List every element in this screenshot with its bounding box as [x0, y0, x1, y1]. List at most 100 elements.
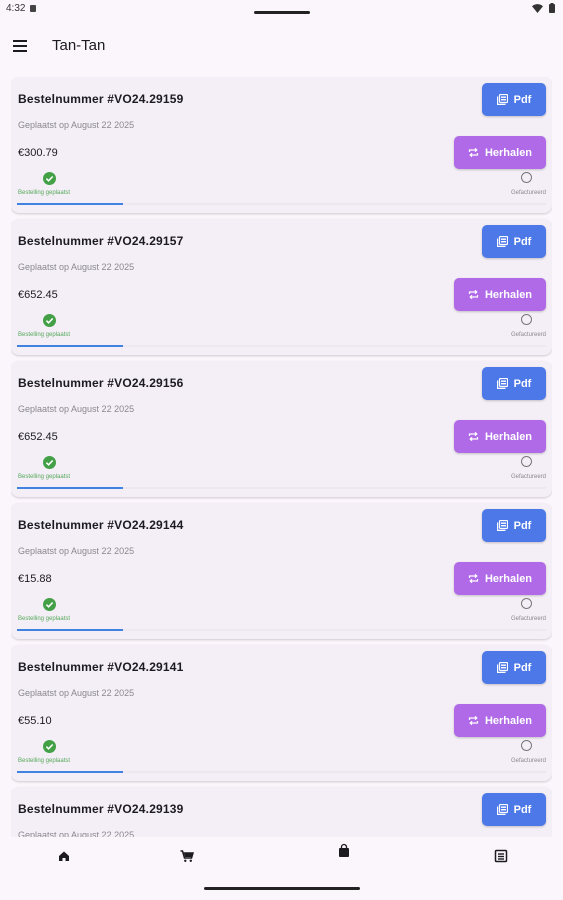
step-invoiced-label: Gefactureerd [510, 332, 546, 338]
pdf-icon [496, 378, 508, 389]
order-number: Bestelnummer #VO24.29159 [18, 92, 184, 106]
pdf-icon [496, 662, 508, 673]
progress-bar [17, 203, 546, 205]
progress-bar [17, 345, 546, 347]
progress-fill [17, 203, 123, 205]
repeat-button[interactable]: Herhalen [454, 278, 546, 311]
pdf-button-label: Pdf [513, 803, 532, 816]
step-placed-label: Bestelling geplaatst [18, 474, 71, 480]
repeat-icon [468, 715, 479, 726]
progress-bar [17, 629, 546, 631]
wifi-icon [532, 3, 543, 13]
shopping-bag-icon[interactable] [336, 843, 352, 859]
step-invoiced-label: Gefactureerd [510, 758, 546, 764]
home-icon[interactable] [56, 848, 72, 864]
pdf-button-label: Pdf [513, 519, 532, 532]
repeat-icon [468, 431, 479, 442]
app-bar: Tan-Tan [0, 18, 563, 72]
repeat-button-label: Herhalen [484, 288, 533, 301]
step-invoiced-label: Gefactureerd [510, 616, 546, 622]
order-card[interactable]: Bestelnummer #VO24.29144 Geplaatst op Au… [11, 503, 552, 639]
order-number: Bestelnummer #VO24.29156 [18, 376, 184, 390]
pdf-button-label: Pdf [513, 661, 532, 674]
repeat-button-label: Herhalen [484, 572, 533, 585]
step-placed-label: Bestelling geplaatst [18, 758, 71, 764]
step-invoiced-label: Gefactureerd [510, 474, 546, 480]
pdf-icon [496, 236, 508, 247]
pdf-button-label: Pdf [513, 235, 532, 248]
order-number: Bestelnummer #VO24.29139 [18, 802, 184, 816]
order-number: Bestelnummer #VO24.29157 [18, 234, 184, 248]
progress-fill [17, 629, 123, 631]
empty-circle-icon [521, 456, 532, 467]
order-card[interactable]: Bestelnummer #VO24.29159 Geplaatst op Au… [11, 77, 552, 213]
order-total: €15.88 [18, 573, 52, 585]
progress-bar [17, 487, 546, 489]
repeat-icon [468, 573, 479, 584]
progress-fill [17, 771, 123, 773]
order-total: €55.10 [18, 715, 52, 727]
order-list[interactable]: Bestelnummer #VO24.29159 Geplaatst op Au… [11, 77, 552, 837]
sim-icon [30, 5, 36, 12]
repeat-button[interactable]: Herhalen [454, 562, 546, 595]
list-icon[interactable] [493, 848, 509, 864]
status-bar: 4:32 [0, 0, 563, 18]
pdf-button[interactable]: Pdf [482, 83, 546, 116]
pdf-button[interactable]: Pdf [482, 793, 546, 826]
order-date: Geplaatst op August 22 2025 [18, 262, 135, 272]
empty-circle-icon [521, 740, 532, 751]
cart-icon[interactable] [179, 848, 195, 864]
order-total: €652.45 [18, 289, 58, 301]
check-circle-icon [43, 598, 56, 611]
order-number: Bestelnummer #VO24.29141 [18, 660, 184, 674]
order-card[interactable]: Bestelnummer #VO24.29156 Geplaatst op Au… [11, 361, 552, 497]
progress-fill [17, 487, 123, 489]
order-number: Bestelnummer #VO24.29144 [18, 518, 184, 532]
status-icons [532, 3, 555, 13]
step-placed-label: Bestelling geplaatst [18, 616, 71, 622]
check-circle-icon [43, 172, 56, 185]
order-date: Geplaatst op August 22 2025 [18, 830, 135, 837]
pdf-button[interactable]: Pdf [482, 225, 546, 258]
battery-icon [549, 3, 555, 13]
pdf-button[interactable]: Pdf [482, 367, 546, 400]
repeat-button-label: Herhalen [484, 714, 533, 727]
pdf-button-label: Pdf [513, 377, 532, 390]
repeat-button[interactable]: Herhalen [454, 420, 546, 453]
order-card[interactable]: Bestelnummer #VO24.29139 Geplaatst op Au… [11, 787, 552, 837]
repeat-icon [468, 289, 479, 300]
progress-bar [17, 771, 546, 773]
repeat-button[interactable]: Herhalen [454, 136, 546, 169]
order-card[interactable]: Bestelnummer #VO24.29141 Geplaatst op Au… [11, 645, 552, 781]
order-date: Geplaatst op August 22 2025 [18, 404, 135, 414]
repeat-icon [468, 147, 479, 158]
notch [254, 11, 310, 14]
order-total: €652.45 [18, 431, 58, 443]
pdf-button[interactable]: Pdf [482, 509, 546, 542]
repeat-button[interactable]: Herhalen [454, 704, 546, 737]
page-title: Tan-Tan [52, 37, 106, 54]
step-placed-label: Bestelling geplaatst [18, 332, 71, 338]
step-placed-label: Bestelling geplaatst [18, 190, 71, 196]
bottom-nav [0, 838, 563, 900]
order-total: €300.79 [18, 147, 58, 159]
menu-icon[interactable] [13, 40, 27, 52]
gesture-bar[interactable] [204, 887, 360, 890]
order-date: Geplaatst op August 22 2025 [18, 546, 135, 556]
order-card[interactable]: Bestelnummer #VO24.29157 Geplaatst op Au… [11, 219, 552, 355]
pdf-icon [496, 804, 508, 815]
check-circle-icon [43, 456, 56, 469]
repeat-button-label: Herhalen [484, 430, 533, 443]
check-circle-icon [43, 740, 56, 753]
status-time: 4:32 [6, 3, 26, 14]
check-circle-icon [43, 314, 56, 327]
order-date: Geplaatst op August 22 2025 [18, 120, 135, 130]
pdf-icon [496, 520, 508, 531]
pdf-button[interactable]: Pdf [482, 651, 546, 684]
empty-circle-icon [521, 172, 532, 183]
empty-circle-icon [521, 598, 532, 609]
pdf-button-label: Pdf [513, 93, 532, 106]
pdf-icon [496, 94, 508, 105]
step-invoiced-label: Gefactureerd [510, 190, 546, 196]
order-date: Geplaatst op August 22 2025 [18, 688, 135, 698]
